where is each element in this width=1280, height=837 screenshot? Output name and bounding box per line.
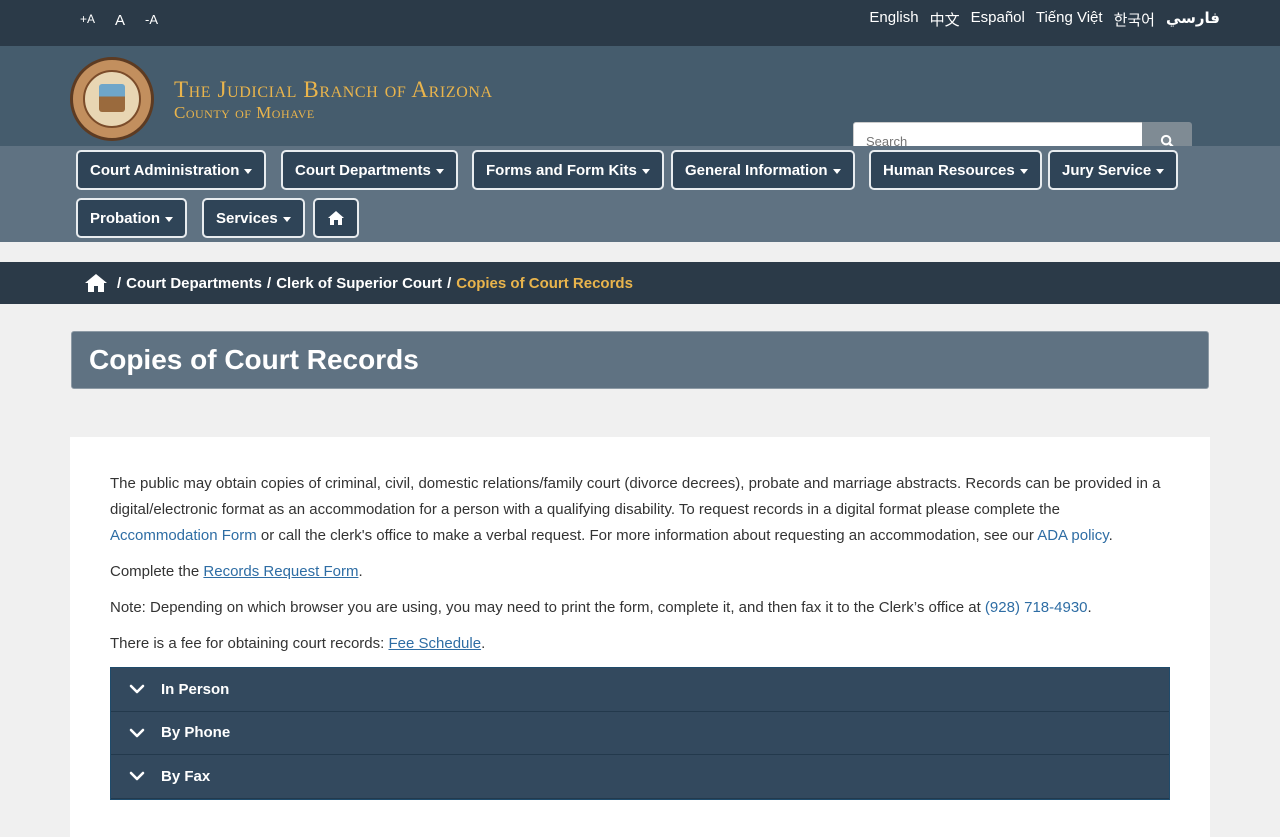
lang-english-link[interactable]: English (869, 9, 918, 30)
lang-spanish-link[interactable]: Español (971, 9, 1025, 30)
accordion-by-phone[interactable]: By Phone (111, 711, 1169, 755)
nav-jury-service[interactable]: Jury Service (1048, 150, 1179, 190)
caret-down-icon (1156, 168, 1165, 174)
records-request-paragraph: Complete the Records Request Form. (110, 563, 363, 580)
fax-number-link[interactable]: (928) 718-4930 (985, 599, 1088, 616)
chevron-down-icon (129, 728, 145, 738)
chevron-down-icon (129, 771, 145, 781)
nav-home-button[interactable] (313, 198, 359, 238)
caret-down-icon (832, 168, 841, 174)
nav-court-departments[interactable]: Court Departments (281, 150, 458, 190)
site-header: The Judicial Branch of Arizona County of… (0, 46, 1280, 161)
lang-vietnamese-link[interactable]: Tiếng Việt (1036, 9, 1103, 30)
font-decrease-button[interactable]: -A (145, 12, 158, 29)
fax-note-paragraph: Note: Depending on which browser you are… (110, 599, 1092, 616)
arizona-seal-logo[interactable] (70, 57, 154, 141)
accordion-by-fax[interactable]: By Fax (111, 755, 1169, 799)
content-body: The public may obtain copies of criminal… (110, 471, 1170, 667)
request-methods-accordion: In Person By Phone By Fax (110, 667, 1170, 800)
nav-probation[interactable]: Probation (76, 198, 187, 238)
lang-korean-link[interactable]: 한국어 (1114, 9, 1155, 30)
nav-general-information[interactable]: General Information (671, 150, 855, 190)
breadcrumb: / Court Departments / Clerk of Superior … (0, 262, 1280, 304)
page-title-panel: Copies of Court Records (71, 331, 1209, 389)
accommodation-form-link[interactable]: Accommodation Form (110, 527, 257, 544)
lang-farsi-link[interactable]: فارسي (1166, 9, 1220, 30)
lang-chinese-link[interactable]: 中文 (930, 9, 960, 30)
caret-down-icon (435, 168, 444, 174)
nav-forms-and-form-kits[interactable]: Forms and Form Kits (472, 150, 664, 190)
main-nav: Court Administration Court Departments F… (0, 146, 1280, 242)
language-selector: English 中文 Español Tiếng Việt 한국어 فارسي (869, 9, 1220, 30)
fee-paragraph: There is a fee for obtaining court recor… (110, 635, 486, 652)
font-increase-button[interactable]: +A (80, 12, 95, 29)
home-icon (328, 211, 344, 225)
breadcrumb-current: Copies of Court Records (456, 274, 633, 292)
nav-court-administration[interactable]: Court Administration (76, 150, 267, 190)
caret-down-icon (641, 168, 650, 174)
font-size-controls: +A A -A (80, 12, 158, 29)
caret-down-icon (165, 216, 173, 222)
caret-down-icon (1019, 168, 1028, 174)
nav-services[interactable]: Services (202, 198, 305, 238)
nav-human-resources[interactable]: Human Resources (869, 150, 1042, 190)
site-title: The Judicial Branch of Arizona (174, 77, 493, 102)
fee-schedule-link[interactable]: Fee Schedule (388, 635, 481, 652)
font-reset-button[interactable]: A (115, 12, 125, 29)
home-icon[interactable] (84, 273, 108, 293)
site-brand[interactable]: The Judicial Branch of Arizona County of… (174, 76, 493, 122)
accordion-in-person[interactable]: In Person (111, 668, 1169, 712)
intro-paragraph: The public may obtain copies of criminal… (110, 475, 1161, 544)
breadcrumb-clerk-of-superior-court[interactable]: Clerk of Superior Court (276, 275, 442, 292)
content-card: The public may obtain copies of criminal… (70, 437, 1210, 837)
page-title: Copies of Court Records (89, 344, 419, 375)
top-bar: +A A -A English 中文 Español Tiếng Việt 한국… (0, 0, 1280, 46)
site-subtitle: County of Mohave (174, 103, 315, 122)
records-request-form-link[interactable]: Records Request Form (203, 563, 358, 580)
ada-policy-link[interactable]: ADA policy (1037, 527, 1108, 544)
caret-down-icon (244, 168, 253, 174)
chevron-down-icon (129, 684, 145, 694)
caret-down-icon (282, 216, 291, 222)
breadcrumb-court-departments[interactable]: Court Departments (126, 275, 262, 292)
